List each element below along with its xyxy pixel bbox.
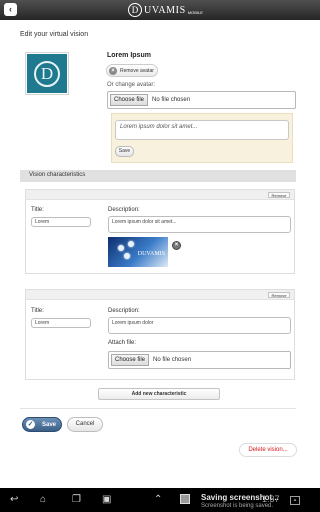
clock: 1:37 xyxy=(262,494,280,504)
brand-logo: D UVAMIS MOBILE xyxy=(128,2,203,18)
save-label: Save xyxy=(42,421,57,428)
add-characteristic-button[interactable]: Add new characteristic xyxy=(98,388,220,400)
avatar-mark-icon: D xyxy=(34,60,60,87)
change-avatar-label: Or change avatar: xyxy=(107,82,156,88)
description-label: Description: xyxy=(108,207,140,213)
brand-name: UVAMIS xyxy=(144,4,186,16)
thumbnail-sparkle xyxy=(128,241,134,247)
screenshot-icon[interactable]: ▣ xyxy=(102,494,111,506)
notification-image-icon xyxy=(180,494,190,504)
attach-file-label: Attach file: xyxy=(108,340,137,346)
choose-file-button[interactable]: Choose file xyxy=(110,94,149,106)
brand-mark-icon: D xyxy=(128,3,142,17)
note-panel: Lorem ipsum dolor sit amet... Save xyxy=(111,113,293,163)
description-input[interactable]: Lorem ipsum dolor xyxy=(108,317,291,334)
file-status: No file chosen xyxy=(153,357,192,363)
attach-file-input[interactable]: Choose file No file chosen xyxy=(108,351,291,369)
file-status: No file chosen xyxy=(152,97,191,103)
vision-avatar: D xyxy=(25,52,69,95)
avatar-file-input[interactable]: Choose file No file chosen xyxy=(107,91,296,109)
up-icon[interactable]: ⌃ xyxy=(154,494,162,506)
title-input[interactable]: Lorem xyxy=(31,318,91,328)
choose-file-button[interactable]: Choose file xyxy=(111,354,150,366)
page-title: Edit your virtual vision xyxy=(20,31,89,38)
thumbnail-caption: DUVAMIS xyxy=(137,251,165,257)
card-toolbar: Remove xyxy=(26,290,294,300)
vision-name: Lorem Ipsum xyxy=(107,52,151,59)
section-header-characteristics: Vision characteristics xyxy=(20,170,296,182)
recent-apps-icon[interactable]: ❐ xyxy=(72,494,81,506)
thumbnail-sparkle xyxy=(118,245,124,251)
remove-avatar-button[interactable]: × Remove avatar xyxy=(106,64,158,77)
title-label: Title: xyxy=(31,308,44,314)
note-textarea[interactable]: Lorem ipsum dolor sit amet... xyxy=(115,120,289,140)
app-header: ‹ D UVAMIS MOBILE xyxy=(0,0,320,20)
description-input[interactable]: Lorem ipsum dolor sit amet... xyxy=(108,216,291,233)
close-icon: × xyxy=(109,66,117,75)
brand-suffix: MOBILE xyxy=(187,9,203,15)
divider xyxy=(20,408,296,409)
remove-characteristic-button[interactable]: Remove xyxy=(268,192,290,198)
check-icon: ✓ xyxy=(26,420,35,429)
attachment-thumbnail[interactable]: DUVAMIS xyxy=(108,237,168,267)
thumbnail-sparkle xyxy=(124,253,130,259)
remove-attachment-icon[interactable]: × xyxy=(172,241,181,250)
characteristic-card: Remove Title: Lorem Description: Lorem i… xyxy=(25,189,295,274)
back-arrow-icon[interactable]: ‹ xyxy=(4,3,17,16)
back-icon[interactable]: ↩ xyxy=(10,494,18,506)
title-label: Title: xyxy=(31,207,44,213)
note-save-button[interactable]: Save xyxy=(115,146,134,157)
avatar-logo: D xyxy=(27,54,67,93)
save-button[interactable]: ✓ Save xyxy=(22,417,62,432)
remove-avatar-label: Remove avatar xyxy=(120,67,154,74)
characteristic-card: Remove Title: Lorem Description: Lorem i… xyxy=(25,289,295,380)
card-toolbar: Remove xyxy=(26,190,294,200)
title-input[interactable]: Lorem xyxy=(31,217,91,227)
cancel-button[interactable]: Cancel xyxy=(67,417,103,432)
delete-vision-button[interactable]: Delete vision... xyxy=(239,443,297,457)
status-icon: ▴ xyxy=(290,496,300,505)
remove-characteristic-button[interactable]: Remove xyxy=(268,292,290,298)
description-label: Description: xyxy=(108,308,140,314)
home-icon[interactable]: ⌂ xyxy=(40,494,46,506)
